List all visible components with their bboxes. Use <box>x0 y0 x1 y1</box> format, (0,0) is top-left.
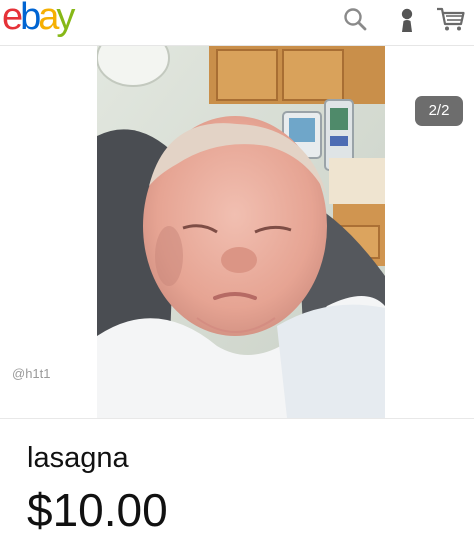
ebay-logo[interactable]: ebay <box>2 0 75 40</box>
item-price: $10.00 <box>27 484 168 536</box>
gallery-divider <box>0 418 474 419</box>
image-counter: 2/2 <box>415 96 463 126</box>
photo-illustration <box>97 46 385 418</box>
logo-letter-e: e <box>2 0 23 38</box>
logo-letter-b: b <box>20 0 41 38</box>
logo-letter-a: a <box>38 0 59 38</box>
image-gallery[interactable]: 2/2 @h1t1 <box>0 46 474 418</box>
app-header: ebay <box>0 0 474 46</box>
user-icon[interactable] <box>394 6 420 32</box>
item-title: lasagna <box>27 442 129 474</box>
watermark-text: @h1t1 <box>12 366 51 381</box>
logo-letter-y: y <box>56 0 75 38</box>
newborn-photo[interactable] <box>97 46 385 418</box>
search-icon[interactable] <box>342 6 368 32</box>
cart-icon[interactable] <box>436 6 466 32</box>
